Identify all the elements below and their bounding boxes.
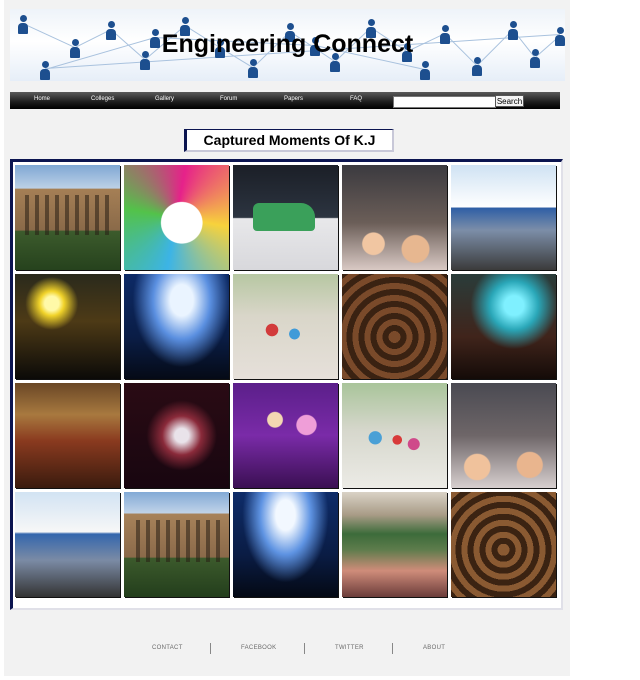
nav-forum[interactable]: Forum bbox=[220, 96, 237, 102]
search-button[interactable]: Search bbox=[495, 95, 524, 107]
nav-colleges[interactable]: Colleges bbox=[91, 96, 114, 102]
nav-faq[interactable]: FAQ bbox=[350, 96, 362, 102]
campus-photo[interactable] bbox=[451, 165, 556, 270]
auditorium-photo[interactable] bbox=[15, 383, 120, 488]
night-lights-photo[interactable] bbox=[15, 274, 120, 379]
dance-photo[interactable] bbox=[233, 274, 338, 379]
fest-poster-photo[interactable] bbox=[124, 165, 229, 270]
crowd-photo[interactable] bbox=[342, 274, 447, 379]
concert-photo[interactable] bbox=[124, 274, 229, 379]
person-icon bbox=[472, 57, 482, 76]
crowd-photo[interactable] bbox=[451, 492, 556, 597]
footer-divider bbox=[210, 643, 211, 654]
footer-facebook-link[interactable]: FACEBOOK bbox=[241, 645, 276, 651]
crowd-photo[interactable] bbox=[342, 165, 447, 270]
nav-bar: Home Colleges Gallery Forum Papers FAQ S… bbox=[10, 92, 560, 109]
footer-twitter-link[interactable]: TWITTER bbox=[335, 645, 364, 651]
campus-photo[interactable] bbox=[15, 492, 120, 597]
nav-papers[interactable]: Papers bbox=[284, 96, 303, 102]
concert-photo[interactable] bbox=[233, 492, 338, 597]
footer-contact-link[interactable]: CONTACT bbox=[152, 645, 183, 651]
footer-links: CONTACT FACEBOOK TWITTER ABOUT bbox=[124, 643, 480, 655]
nav-gallery[interactable]: Gallery bbox=[155, 96, 174, 102]
search-input[interactable] bbox=[393, 96, 496, 108]
site-title: Engineering Connect bbox=[161, 30, 414, 58]
race-car-photo[interactable] bbox=[233, 165, 338, 270]
courtyard-crowd-photo[interactable] bbox=[342, 492, 447, 597]
person-icon bbox=[420, 61, 430, 80]
crowd-photo[interactable] bbox=[451, 383, 556, 488]
person-icon bbox=[40, 61, 50, 80]
photo-gallery bbox=[10, 159, 563, 610]
gallery-heading: Captured Moments Of K.J bbox=[184, 129, 394, 152]
site-banner: Engineering Connect bbox=[10, 9, 565, 81]
dance-photo[interactable] bbox=[342, 383, 447, 488]
person-icon bbox=[248, 59, 258, 78]
performers-photo[interactable] bbox=[233, 383, 338, 488]
footer-about-link[interactable]: ABOUT bbox=[423, 645, 445, 651]
building-photo[interactable] bbox=[15, 165, 120, 270]
photo-grid bbox=[15, 165, 556, 597]
nav-home[interactable]: Home bbox=[34, 96, 50, 102]
footer-divider bbox=[392, 643, 393, 654]
building-photo[interactable] bbox=[124, 492, 229, 597]
stage-performer-photo[interactable] bbox=[124, 383, 229, 488]
footer-divider bbox=[304, 643, 305, 654]
stage-photo[interactable] bbox=[451, 274, 556, 379]
